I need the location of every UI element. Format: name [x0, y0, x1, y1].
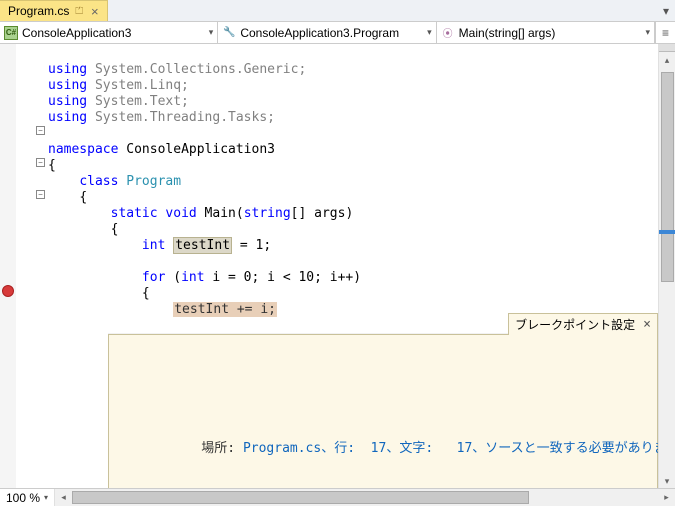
- scrollbar-marker: [659, 230, 675, 234]
- code-token: using: [48, 94, 87, 109]
- code-token: for: [142, 270, 165, 285]
- nav-method-dropdown[interactable]: ⦿ Main(string[] args) ▾: [437, 22, 655, 43]
- nav-scope-text: ConsoleApplication3: [22, 26, 205, 40]
- editor-gutter: − − −: [0, 44, 44, 490]
- code-token: Program: [118, 174, 181, 189]
- nav-scope-dropdown[interactable]: C# ConsoleApplication3 ▾: [0, 22, 218, 43]
- pin-icon[interactable]: ⏍: [75, 6, 83, 17]
- code-token: {: [48, 158, 56, 173]
- code-token: int: [142, 238, 165, 253]
- method-icon: ⦿: [441, 26, 455, 40]
- scrollbar-thumb[interactable]: [661, 72, 674, 282]
- breakpoint-settings-panel: ブレークポイント設定 × 場所: Program.cs、行: 17、文字: 17…: [108, 334, 658, 490]
- horizontal-scrollbar[interactable]: ◂ ▸: [54, 489, 675, 506]
- zoom-value: 100 %: [6, 491, 40, 505]
- code-editor[interactable]: using System.Collections.Generic; using …: [44, 44, 658, 490]
- chevron-down-icon[interactable]: ▾: [645, 27, 650, 38]
- breakpoint-icon[interactable]: [2, 285, 14, 297]
- scroll-right-icon[interactable]: ▸: [658, 492, 675, 503]
- scroll-up-icon[interactable]: ▴: [659, 52, 675, 69]
- code-token: System.Linq;: [87, 78, 189, 93]
- navigation-bar: C# ConsoleApplication3 ▾ 🔧 ConsoleApplic…: [0, 22, 675, 44]
- code-token: = 1;: [232, 238, 271, 253]
- vertical-scrollbar[interactable]: ▴ ▾: [658, 44, 675, 490]
- status-bar: 100 % ▾ ◂ ▸: [0, 488, 675, 506]
- code-token: System.Collections.Generic;: [87, 62, 306, 77]
- scroll-left-icon[interactable]: ◂: [55, 492, 72, 503]
- breakpoint-margin[interactable]: [0, 44, 16, 490]
- breakpoint-panel-title: ブレークポイント設定: [515, 317, 635, 333]
- breakpoint-line-highlight: testInt += i;: [173, 302, 277, 317]
- chevron-down-icon[interactable]: ▾: [209, 27, 214, 38]
- class-icon: 🔧: [222, 26, 236, 40]
- split-editor-icon[interactable]: ≡: [655, 22, 675, 43]
- nav-class-dropdown[interactable]: 🔧 ConsoleApplication3.Program ▾: [218, 22, 436, 43]
- code-token: Main(: [197, 206, 244, 221]
- file-tab[interactable]: Program.cs ⏍ ×: [0, 0, 108, 21]
- code-token: static: [111, 206, 158, 221]
- scrollbar-thumb[interactable]: [72, 491, 529, 504]
- tab-close-icon[interactable]: ×: [91, 4, 99, 19]
- scrollbar-track[interactable]: [72, 489, 658, 506]
- csharp-project-icon: C#: [4, 26, 18, 40]
- code-token: System.Text;: [87, 94, 189, 109]
- code-token: ConsoleApplication3: [118, 142, 275, 157]
- code-token: (: [165, 270, 181, 285]
- chevron-down-icon[interactable]: ▾: [44, 493, 48, 502]
- location-label: 場所:: [201, 441, 243, 456]
- code-token: {: [79, 190, 87, 205]
- tab-bar-spacer: [108, 0, 661, 21]
- nav-method-text: Main(string[] args): [459, 26, 642, 40]
- code-token: int: [181, 270, 204, 285]
- location-value: Program.cs、行: 17、文字: 17、ソースと一致する必要があります: [243, 441, 658, 456]
- code-token: class: [79, 174, 118, 189]
- tabs-overflow-icon[interactable]: ▾: [661, 4, 671, 18]
- code-token: System.Threading.Tasks;: [87, 110, 275, 125]
- code-token: using: [48, 78, 87, 93]
- split-handle[interactable]: [659, 44, 675, 52]
- code-token: string: [244, 206, 291, 221]
- highlighted-symbol: testInt: [173, 237, 232, 254]
- code-token: using: [48, 110, 87, 125]
- tab-label: Program.cs: [8, 4, 69, 18]
- code-token: i = 0; i < 10; i++): [205, 270, 362, 285]
- breakpoint-location: 場所: Program.cs、行: 17、文字: 17、ソースと一致する必要があ…: [123, 425, 643, 473]
- nav-class-text: ConsoleApplication3.Program: [240, 26, 423, 40]
- code-token: void: [165, 206, 196, 221]
- close-icon[interactable]: ×: [643, 317, 651, 333]
- code-token: [] args): [291, 206, 354, 221]
- code-token: {: [111, 222, 119, 237]
- code-token: using: [48, 62, 87, 77]
- code-token: {: [142, 286, 150, 301]
- code-token: namespace: [48, 142, 118, 157]
- zoom-dropdown[interactable]: 100 % ▾: [0, 491, 54, 505]
- chevron-down-icon[interactable]: ▾: [427, 27, 432, 38]
- breakpoint-panel-header: ブレークポイント設定 ×: [508, 313, 658, 335]
